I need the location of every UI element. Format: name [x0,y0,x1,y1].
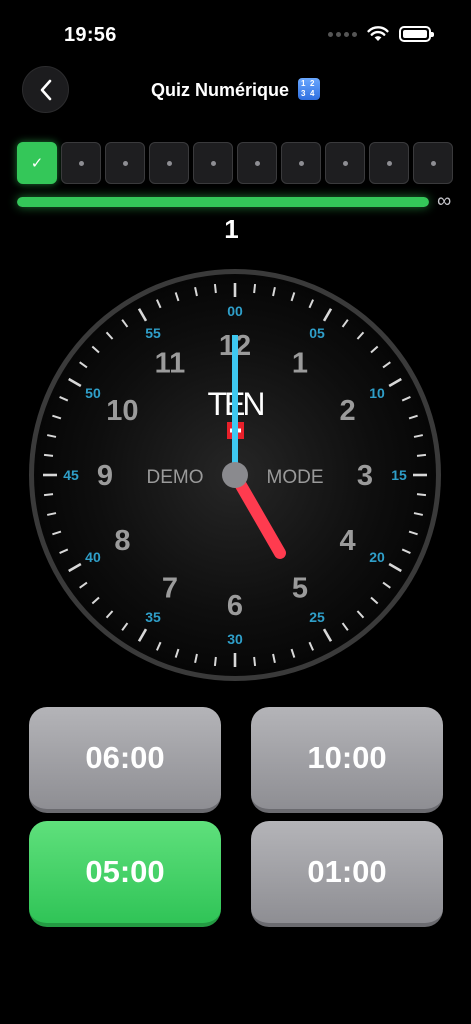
minute-number: 10 [369,385,385,401]
numbers-emoji-icon: 1 2 3 4 [298,78,321,100]
clock-center-pin [222,462,248,488]
progress-step-10 [413,142,453,184]
signal-icon [328,31,357,37]
progress-step-7 [281,142,321,184]
clock-face: 000510152025303540455055 121234567891011… [29,269,441,681]
status-time: 19:56 [64,24,117,46]
dot-icon [78,160,84,166]
minute-number: 00 [227,303,243,319]
dot-icon [254,160,260,166]
answer-button-2[interactable]: 10:00 [251,707,443,813]
analog-clock: 000510152025303540455055 121234567891011… [25,265,445,685]
minute-tick [416,453,427,457]
hour-number: 1 [292,347,308,379]
minute-number: 40 [85,549,101,565]
minute-number: 55 [145,325,161,341]
page-title: Quiz Numérique 1 2 3 4 [0,78,471,101]
dot-icon [430,160,436,166]
progress-step-8 [325,142,365,184]
battery-icon [399,26,434,42]
minute-tick [213,656,217,667]
answer-button-4[interactable]: 01:00 [251,821,443,927]
progress-step-5 [193,142,233,184]
dot-icon [210,160,216,166]
status-icons [328,26,434,42]
minute-number: 45 [63,467,79,483]
wifi-icon [367,26,389,42]
progress-step-2 [61,142,101,184]
progress-step-1: ✓ [17,142,57,184]
page-title-text: Quiz Numérique [150,80,289,100]
progress-step-4 [149,142,189,184]
minute-number: 25 [309,609,325,625]
minute-number: 35 [145,609,161,625]
progress-bar [17,197,429,207]
hour-number: 5 [292,573,308,605]
hour-number: 6 [227,590,243,622]
checkmark-icon: ✓ [30,155,44,172]
minute-tick [213,283,217,294]
dot-icon [166,160,172,166]
hour-number: 10 [106,395,138,427]
question-number: 1 [224,214,239,244]
demo-label: DEMO [147,467,204,488]
hour-number: 4 [340,525,356,557]
minute-tick [43,453,54,457]
dot-icon [342,160,348,166]
minute-tick [253,656,257,667]
minute-number: 50 [85,385,101,401]
hour-number: 3 [357,460,373,492]
hour-number: 7 [162,573,178,605]
progress-step-9 [369,142,409,184]
dot-icon [386,160,392,166]
minute-number: 30 [227,631,243,647]
minute-tick [43,493,54,497]
progress-step-3 [105,142,145,184]
hour-number: 2 [340,395,356,427]
answer-button-1[interactable]: 06:00 [29,707,221,813]
infinity-icon: ∞ [437,190,452,212]
progress-fill [17,197,429,207]
minute-number: 05 [309,325,325,341]
dot-icon [298,160,304,166]
hour-number: 11 [155,347,186,379]
dot-icon [122,160,128,166]
minute-tick [416,493,427,497]
mode-label: MODE [267,467,324,488]
progress-step-6 [237,142,277,184]
hour-number: 8 [114,525,130,557]
hour-number: 9 [97,460,113,492]
status-bar: 19:56 [0,0,471,60]
minute-number: 15 [391,467,407,483]
answer-button-3[interactable]: 05:00 [29,821,221,927]
question-progress: ✓ [17,142,453,184]
minute-tick [253,283,257,294]
minute-number: 20 [369,549,385,565]
